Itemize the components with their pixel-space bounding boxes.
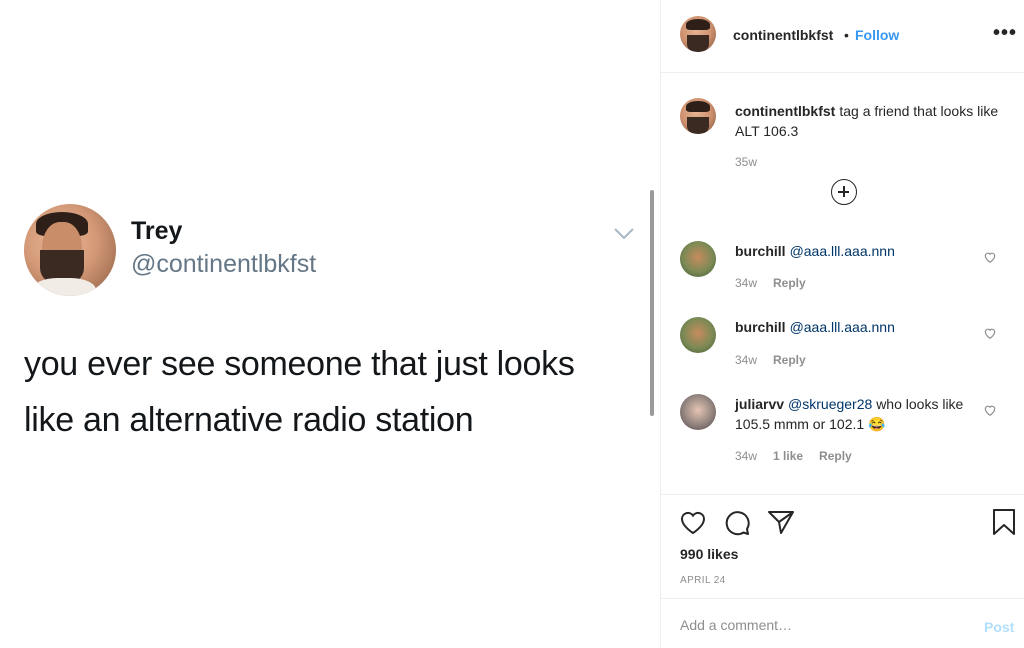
comment-text: burchill @aaa.lll.aaa.nnn <box>735 241 985 261</box>
caption-username[interactable]: continentlbkfst <box>735 103 835 119</box>
tweet-text-line-1: you ever see someone that just looks <box>24 345 575 383</box>
reply-button[interactable]: Reply <box>819 449 852 463</box>
heart-icon[interactable] <box>983 250 997 264</box>
avatar[interactable] <box>680 317 716 353</box>
avatar[interactable] <box>680 241 716 277</box>
comment-like-count[interactable]: 1 like <box>773 449 803 463</box>
tweet-avatar <box>24 204 116 296</box>
comment-input[interactable] <box>680 617 960 633</box>
tweet-author-name: Trey <box>131 217 183 245</box>
header-username[interactable]: continentlbkfst <box>733 27 833 43</box>
post-header: continentlbkfst • Follow ••• <box>661 0 1024 73</box>
heart-icon[interactable] <box>678 507 708 537</box>
more-options-icon[interactable]: ••• <box>993 22 1017 45</box>
caption-text: continentlbkfst tag a friend that looks l… <box>735 101 1010 141</box>
post-comment-button[interactable]: Post <box>984 619 1014 635</box>
heart-icon[interactable] <box>983 403 997 417</box>
comment-mention[interactable]: @aaa.lll.aaa.nnn <box>790 319 895 335</box>
share-icon[interactable] <box>766 507 796 537</box>
load-more-comments-button[interactable] <box>831 179 857 205</box>
caption-timestamp[interactable]: 35w <box>735 155 757 169</box>
tweet-text-line-2: like an alternative radio station <box>24 401 474 439</box>
comment-text: burchill @aaa.lll.aaa.nnn <box>735 317 985 337</box>
comment-timestamp[interactable]: 34w <box>735 276 757 290</box>
tweet-author-handle: @continentlbkfst <box>131 250 317 278</box>
tweet-text: you ever see someone that just looks lik… <box>24 336 624 448</box>
comment-meta: 34w Reply <box>735 353 822 367</box>
post-date[interactable]: APRIL 24 <box>680 575 726 586</box>
add-comment-bar: Post <box>661 598 1024 648</box>
comment-icon[interactable] <box>722 507 752 537</box>
post-actions: 990 likes APRIL 24 <box>661 494 1024 598</box>
scrollbar[interactable] <box>650 190 654 416</box>
avatar[interactable] <box>680 98 716 134</box>
post-media[interactable]: Trey @continentlbkfst you ever see someo… <box>0 0 660 648</box>
like-count[interactable]: 990 likes <box>680 546 738 562</box>
comment-mention[interactable]: @aaa.lll.aaa.nnn <box>790 243 895 259</box>
reply-button[interactable]: Reply <box>773 276 806 290</box>
comment-username[interactable]: burchill <box>735 243 786 259</box>
heart-icon[interactable] <box>983 326 997 340</box>
comment-meta: 34w Reply <box>735 276 822 290</box>
comment-timestamp[interactable]: 34w <box>735 449 757 463</box>
comment-timestamp[interactable]: 34w <box>735 353 757 367</box>
comment-text: juliarvv @skrueger28 who looks like 105.5… <box>735 394 985 434</box>
post-side-panel: continentlbkfst • Follow ••• continentlb… <box>660 0 1024 648</box>
reply-button[interactable]: Reply <box>773 353 806 367</box>
follow-button[interactable]: Follow <box>855 27 899 43</box>
comment-meta: 34w 1 like Reply <box>735 449 868 463</box>
avatar[interactable] <box>680 16 716 52</box>
comment-mention[interactable]: @skrueger28 <box>788 396 872 412</box>
separator-dot: • <box>844 27 849 43</box>
comment-username[interactable]: juliarvv <box>735 396 784 412</box>
chevron-down-icon <box>614 228 634 240</box>
comment-username[interactable]: burchill <box>735 319 786 335</box>
bookmark-icon[interactable] <box>989 507 1019 537</box>
avatar[interactable] <box>680 394 716 430</box>
